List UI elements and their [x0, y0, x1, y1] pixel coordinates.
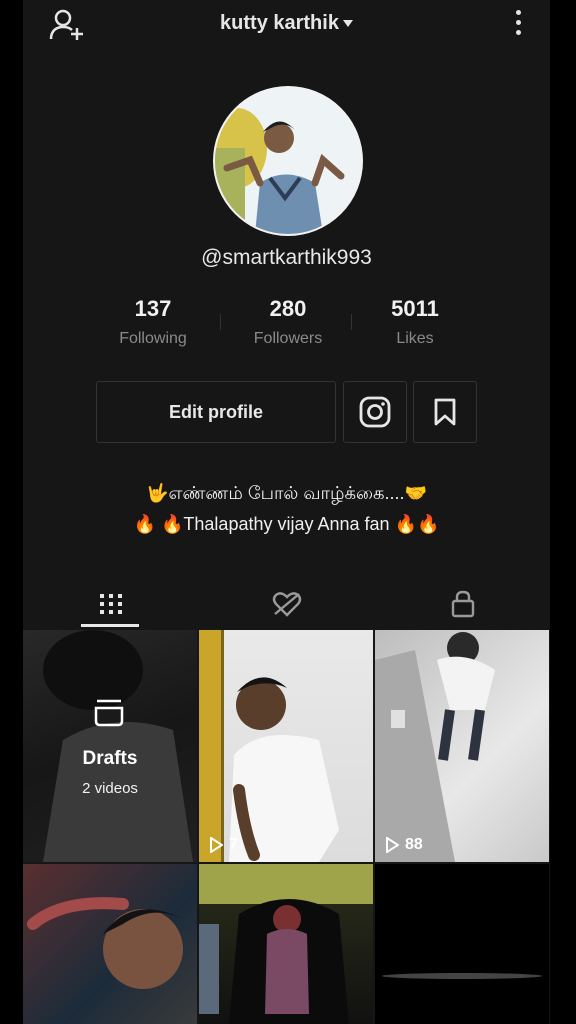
stat-following[interactable]: 137 Following: [93, 296, 213, 348]
grid-icon: [100, 594, 122, 614]
followers-count: 280: [269, 296, 307, 321]
favorites-button[interactable]: [413, 381, 477, 443]
stat-likes[interactable]: 5011 Likes: [355, 296, 475, 348]
tab-liked[interactable]: [199, 578, 375, 630]
tab-private[interactable]: [375, 578, 550, 630]
drafts-tile[interactable]: Drafts 2 videos: [23, 630, 197, 862]
profile-screen: kutty karthik @smartkarthik993 137 Follo…: [23, 0, 550, 1024]
instagram-icon: [359, 396, 391, 428]
content-tabs: [23, 578, 550, 630]
drafts-count: 2 videos: [82, 780, 138, 797]
video-thumbnail: [382, 973, 542, 979]
stats-row: 137 Following 280 Followers 5011 Likes: [93, 296, 483, 356]
stat-divider: [351, 314, 352, 330]
instagram-button[interactable]: [343, 381, 407, 443]
following-label: Following: [119, 330, 187, 347]
play-icon: [210, 837, 223, 853]
video-tile[interactable]: 88: [375, 630, 549, 862]
view-count-value: 88: [405, 836, 423, 853]
bio-line-1: 🤟எண்ணம் போல் வாழ்க்கை....🤝: [146, 483, 427, 503]
video-thumbnail: [375, 632, 495, 862]
lock-icon: [451, 590, 475, 618]
video-thumbnail: [199, 630, 339, 862]
stat-followers[interactable]: 280 Followers: [228, 296, 348, 348]
video-tile[interactable]: [199, 864, 373, 1024]
play-icon: [386, 837, 399, 853]
edit-profile-button[interactable]: Edit profile: [96, 381, 336, 443]
view-count: 88: [385, 836, 423, 854]
tab-videos[interactable]: [23, 578, 199, 630]
view-count: 7: [209, 836, 238, 854]
top-bar: kutty karthik: [23, 0, 550, 50]
view-count-value: 7: [229, 836, 238, 853]
username-handle: @smartkarthik993: [201, 246, 372, 269]
more-options-icon[interactable]: [514, 10, 522, 40]
video-thumbnail: [199, 864, 373, 1024]
likes-label: Likes: [396, 330, 434, 347]
video-tile[interactable]: [375, 864, 549, 1024]
video-tile[interactable]: [23, 864, 197, 1024]
stat-divider: [220, 314, 221, 330]
drafts-title: Drafts: [82, 748, 138, 769]
avatar[interactable]: [213, 86, 363, 236]
bio-line-2: 🔥 🔥Thalapathy vijay Anna fan 🔥🔥: [133, 514, 440, 534]
drafts-icon: [94, 699, 124, 727]
following-count: 137: [134, 296, 172, 321]
video-thumbnail: [27, 897, 183, 989]
tab-selected-indicator: [81, 624, 139, 627]
bookmark-icon: [434, 398, 456, 426]
caret-down-icon: [342, 20, 353, 28]
followers-label: Followers: [253, 330, 323, 347]
account-name: kutty karthik: [220, 12, 339, 34]
likes-count: 5011: [391, 296, 439, 321]
bio: 🤟எண்ணம் போல் வாழ்க்கை....🤝 🔥 🔥Thalapathy…: [23, 478, 550, 540]
video-tile[interactable]: 7: [199, 630, 373, 862]
liked-hidden-icon: [272, 592, 302, 617]
account-switcher[interactable]: kutty karthik: [23, 12, 550, 35]
